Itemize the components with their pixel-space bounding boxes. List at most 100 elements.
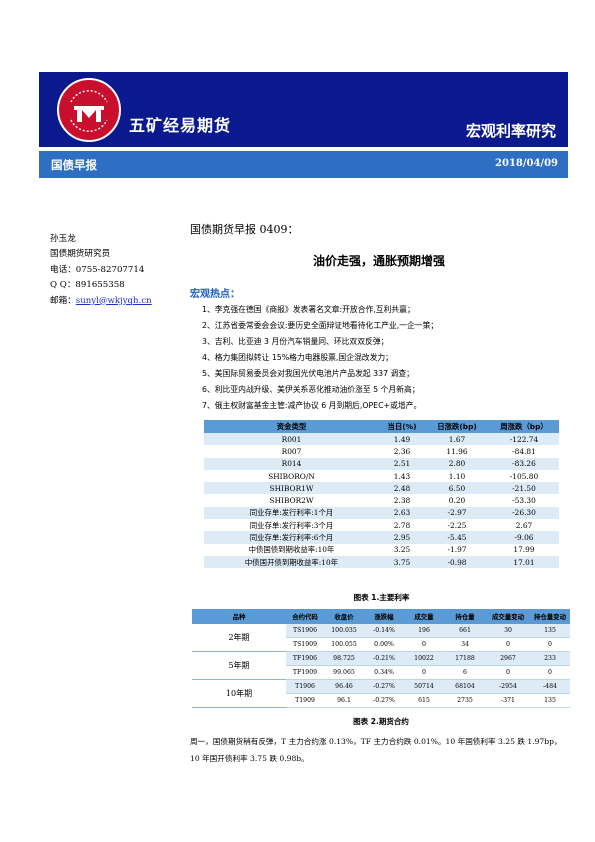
futures-value-cell: 233 xyxy=(530,651,570,666)
rates-table-row: 同业存单:发行利率:1个月 2.63 -2.97 -26.30 xyxy=(204,506,559,520)
futures-value-cell: 0 xyxy=(404,665,444,680)
rate-value-cell: 2.38 xyxy=(379,494,425,507)
futures-value-cell: 0 xyxy=(486,637,530,652)
futures-column-header: 成交量变动 xyxy=(486,609,530,624)
rate-value-cell: -122.74 xyxy=(489,433,559,446)
header-banner: 五矿经易期货 宏观利率研究 xyxy=(39,72,568,147)
hot-topics-list: 1、李克强在德国《商报》发表署名文章:开放合作,互利共赢； 2、江苏省委常委会会议… xyxy=(202,302,438,414)
email-link[interactable]: sunyl@wkjyqh.cn xyxy=(76,296,152,306)
futures-value-cell: -2954 xyxy=(486,679,530,694)
futures-value-cell: 135 xyxy=(530,693,570,708)
futures-value-cell: 17188 xyxy=(444,651,486,666)
rate-value-cell: -2.25 xyxy=(425,519,489,532)
report-bar: 国债早报 2018/04/09 xyxy=(39,151,568,178)
rate-value-cell: 17.99 xyxy=(489,543,559,556)
futures-column-header: 合约代码 xyxy=(286,609,324,624)
futures-value-cell: 100.055 xyxy=(324,637,364,652)
futures-value-cell: -0.21% xyxy=(364,651,404,666)
rate-value-cell: 2.80 xyxy=(425,457,489,470)
futures-value-cell: T1906 xyxy=(286,679,324,694)
rates-table-row: 同业存单:发行利率:6个月 2.95 -5.45 -9.06 xyxy=(204,531,559,544)
futures-column-header: 持仓量变动 xyxy=(530,609,570,624)
futures-value-cell: 10022 xyxy=(404,651,444,666)
futures-value-cell: 135 xyxy=(530,624,570,638)
report-name: 国债早报 xyxy=(51,158,97,172)
company-name: 五矿经易期货 xyxy=(129,116,232,135)
company-logo xyxy=(57,78,121,142)
rate-value-cell: 2.63 xyxy=(379,506,425,520)
rates-table-row: SHIBOR2W 2.38 0.20 -53.30 xyxy=(204,494,559,507)
rate-name-cell: R007 xyxy=(204,445,379,458)
futures-value-cell: 0.00% xyxy=(364,637,404,652)
futures-value-cell: 30 xyxy=(486,624,530,638)
rate-name-cell: SHIBORO/N xyxy=(204,469,379,483)
rate-value-cell: 2.36 xyxy=(379,445,425,458)
author-email-row: 邮箱：sunyl@wkjyqh.cn xyxy=(50,294,152,309)
rate-name-cell: SHIBOR2W xyxy=(204,494,379,507)
author-phone: 电话：0755-82707714 xyxy=(50,264,145,275)
author-qq: Q Q：891655358 xyxy=(50,280,125,291)
rate-value-cell: -5.45 xyxy=(425,531,489,544)
futures-value-cell: 68104 xyxy=(444,679,486,694)
rate-value-cell: -9.06 xyxy=(489,531,559,544)
futures-table: 品种 合约代码 收盘价 涨跌幅 成交量 持仓量 成交量变动 持仓量变动 2年期 TS1906 10… xyxy=(192,609,570,708)
futures-value-cell: TS1909 xyxy=(286,637,324,652)
hot-topic-item: 1、李克强在德国《商报》发表署名文章:开放合作,互利共赢； xyxy=(202,305,415,314)
futures-value-cell: 196 xyxy=(404,624,444,638)
rate-value-cell: 2.78 xyxy=(379,519,425,532)
rate-name-cell: 同业存单:发行利率:6个月 xyxy=(204,531,379,544)
rate-value-cell: -21.50 xyxy=(489,482,559,495)
futures-value-cell: 96.46 xyxy=(324,679,364,694)
hot-topic-item: 5、美国际贸易委员会对我国光伏电池片产品发起 337 调查； xyxy=(202,369,414,378)
rates-table-row: 同业存单:发行利率:3个月 2.78 -2.25 2.67 xyxy=(204,519,559,532)
section-heading: 宏观热点： xyxy=(190,289,240,300)
hot-topic-item: 4、格力集团拟转让 15%格力电器股票,国企混改发力； xyxy=(202,353,393,362)
rate-value-cell: 0.20 xyxy=(425,494,489,507)
hot-topic-item: 7、俄主权财富基金主管:减产协议 6 月到期后,OPEC+或增产。 xyxy=(202,401,422,410)
rate-value-cell: 2.51 xyxy=(379,457,425,470)
hot-topic-item: 6、利比亚内战升级、美伊关系恶化推动油价涨至 5 个月新高； xyxy=(202,385,420,394)
author-sidebar: 孙玉龙 国债期货研究员 电话：0755-82707714 Q Q：8916553… xyxy=(50,232,152,309)
rates-table-row: 中债国债到期收益率:10年 3.25 -1.97 17.99 xyxy=(204,543,559,556)
futures-value-cell: 100.035 xyxy=(324,624,364,638)
doc-heading: 国债期货早报 0409： xyxy=(190,223,299,236)
futures-value-cell: 50714 xyxy=(404,679,444,694)
author-name: 孙玉龙 xyxy=(50,234,76,244)
rates-table-row: R007 2.36 11.96 -84.81 xyxy=(204,445,559,458)
futures-period-cell: 5年期 xyxy=(192,651,286,680)
rate-value-cell: 2.48 xyxy=(379,482,425,495)
rate-value-cell: 2.67 xyxy=(489,519,559,532)
rate-name-cell: R001 xyxy=(204,433,379,446)
futures-value-cell: TF1906 xyxy=(286,651,324,666)
hot-topic-item: 2、江苏省委常委会会议:要历史全面辩证地看待化工产业,一企一策； xyxy=(202,321,439,330)
rate-value-cell: 1.10 xyxy=(425,469,489,483)
futures-column-header: 成交量 xyxy=(404,609,444,624)
rate-value-cell: -53.30 xyxy=(489,494,559,507)
futures-value-cell: -0.27% xyxy=(364,693,404,708)
rate-name-cell: R014 xyxy=(204,457,379,470)
futures-table-row: 5年期 TF1906 98.725 -0.21% 10022 17188 2967 233 xyxy=(192,651,570,680)
rates-table-header: 资金类型 当日(%) 日涨跌(bp) 周涨跌（bp） xyxy=(204,420,559,433)
futures-column-header: 收盘价 xyxy=(324,609,364,624)
author-role: 国债期货研究员 xyxy=(50,249,111,260)
futures-value-cell: 99.065 xyxy=(324,665,364,680)
rate-value-cell: 17.01 xyxy=(489,555,559,569)
futures-value-cell: -0.27% xyxy=(364,679,404,694)
futures-value-cell: TS1906 xyxy=(286,624,324,638)
rate-value-cell: 3.25 xyxy=(379,543,425,556)
rates-table-row: SHIBOR1W 2.48 6.50 -21.50 xyxy=(204,482,559,495)
futures-value-cell: 2967 xyxy=(486,651,530,666)
rates-table-row: R014 2.51 2.80 -83.26 xyxy=(204,457,559,470)
futures-column-header: 涨跌幅 xyxy=(364,609,404,624)
rate-value-cell: -0.98 xyxy=(425,555,489,569)
futures-value-cell: 0 xyxy=(530,665,570,680)
rates-column-header: 日涨跌(bp) xyxy=(425,420,489,433)
rates-table-caption: 图表 1.主要利率 xyxy=(353,593,410,602)
market-summary: 周一，国债期货稍有反弹，T 主力合约涨 0.13%，TF 主力合约跌 0.01%… xyxy=(190,737,562,763)
futures-period-cell: 10年期 xyxy=(192,679,286,708)
futures-column-header: 品种 xyxy=(192,609,286,624)
rate-name-cell: SHIBOR1W xyxy=(204,482,379,495)
futures-value-cell: 661 xyxy=(444,624,486,638)
report-type: 宏观利率研究 xyxy=(465,122,556,140)
rate-value-cell: 1.49 xyxy=(379,433,425,446)
